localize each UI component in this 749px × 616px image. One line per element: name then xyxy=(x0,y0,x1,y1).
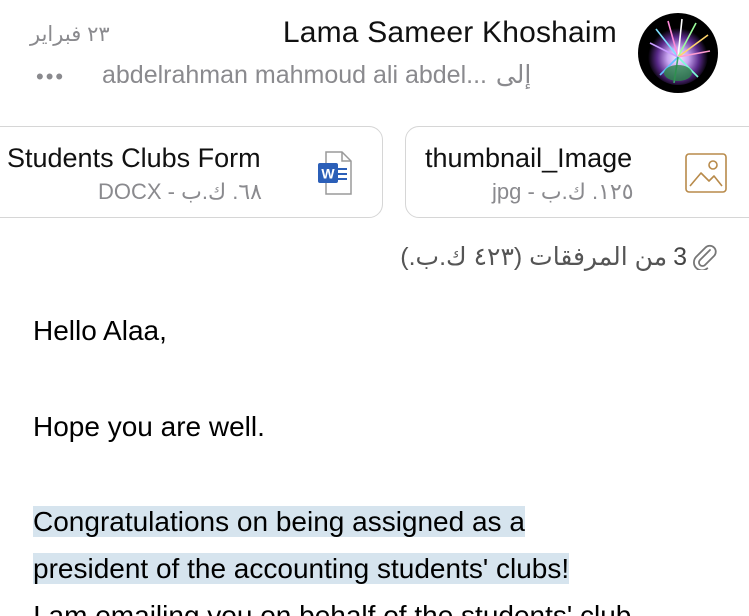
email-screen: Lama Sameer Khoshaim ٢٣ فبراير abdelrahm… xyxy=(0,0,749,616)
recipients-list: abdelrahman mahmoud ali abdel... xyxy=(102,61,487,89)
highlighted-text-line[interactable]: Congratulations on being assigned as a xyxy=(33,506,525,537)
paperclip-icon xyxy=(693,244,717,270)
sender-avatar[interactable] xyxy=(638,13,718,93)
attachment-name: Students Clubs Form xyxy=(7,143,261,173)
email-body-line: I am emailing you on behalf of the stude… xyxy=(33,600,632,616)
to-label: إلى xyxy=(495,61,532,89)
attachment-card-docx[interactable]: Students Clubs Form DOCX - ٦٨. ك.ب W xyxy=(0,126,383,218)
more-options-icon[interactable]: ••• xyxy=(36,64,65,90)
email-wish: Hope you are well. xyxy=(33,411,265,442)
attachment-card-image[interactable]: thumbnail_Image jpg - ١٢٥. ك.ب xyxy=(405,126,749,218)
sender-name[interactable]: Lama Sameer Khoshaim xyxy=(283,16,617,50)
attachment-name: thumbnail_Image xyxy=(425,143,633,173)
attachment-meta: jpg - ١٢٥. ك.ب xyxy=(492,179,634,204)
attachments-summary-text: من المرفقات (٤٢٣ ك.ب.) xyxy=(400,243,668,271)
attachments-count: 3 xyxy=(673,242,687,271)
recipients-line[interactable]: abdelrahman mahmoud ali abdel... إلى xyxy=(102,60,531,90)
attachments-summary[interactable]: من المرفقات (٤٢٣ ك.ب.) 3 xyxy=(400,242,717,272)
word-doc-icon: W xyxy=(318,151,352,195)
attachment-meta: DOCX - ٦٨. ك.ب xyxy=(98,179,262,204)
flower-avatar-image xyxy=(638,13,718,93)
email-congrats-paragraph: Congratulations on being assigned as a p… xyxy=(33,498,733,592)
word-icon-letter: W xyxy=(321,166,335,182)
email-greeting: Hello Alaa, xyxy=(33,315,167,346)
email-date: ٢٣ فبراير xyxy=(30,23,110,46)
image-file-icon xyxy=(685,153,727,193)
highlighted-text-line[interactable]: president of the accounting students' cl… xyxy=(33,553,570,584)
